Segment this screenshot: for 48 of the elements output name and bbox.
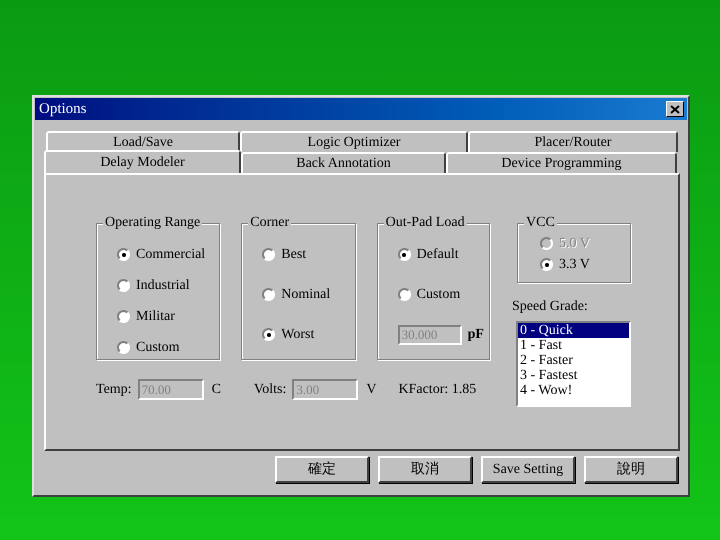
unit-label: pF: [468, 326, 484, 344]
radio-button[interactable]: [262, 328, 276, 341]
tab[interactable]: Placer/Router: [468, 131, 678, 152]
radio-button[interactable]: [117, 341, 130, 354]
radio-label: Worst: [281, 326, 314, 344]
dialog-button[interactable]: 確定: [275, 456, 369, 483]
radio-button[interactable]: [117, 248, 130, 261]
radio-button[interactable]: [262, 288, 276, 301]
list-item[interactable]: 1 - Fast: [518, 338, 629, 353]
dialog-button[interactable]: 說明: [584, 456, 678, 483]
radio-label: Custom: [136, 339, 180, 357]
close-icon: [670, 104, 680, 114]
list-item[interactable]: 2 - Faster: [518, 353, 629, 368]
group-title: Operating Range: [103, 214, 202, 232]
radio-label: 5.0 V: [559, 235, 590, 253]
tab[interactable]: Load/Save: [46, 131, 240, 152]
speed-grade-list[interactable]: 0 - Quick 1 - Fast 2 - Faster 3 - Fastest 4 - Wow!: [516, 321, 631, 407]
radio-label: Commercial: [136, 246, 206, 264]
dialog-button[interactable]: 取消: [378, 456, 472, 483]
list-item[interactable]: 4 - Wow!: [518, 383, 629, 398]
radio-label: Best: [281, 246, 306, 264]
tab[interactable]: Back Annotation: [241, 152, 446, 173]
radio-label: Nominal: [281, 286, 330, 304]
unit-label: C: [212, 381, 221, 399]
radio-button[interactable]: [117, 310, 130, 323]
tab[interactable]: Logic Optimizer: [240, 131, 468, 152]
tab[interactable]: Delay Modeler: [44, 150, 241, 173]
tab[interactable]: Device Programming: [446, 152, 677, 173]
radio-label: Default: [416, 246, 459, 264]
radio-label: 3.3 V: [559, 256, 590, 274]
radio-button[interactable]: [262, 248, 276, 261]
radio-button[interactable]: [117, 279, 130, 292]
field-label: Speed Grade:: [512, 298, 589, 316]
unit-label: V: [366, 381, 376, 399]
radio-label: Industrial: [136, 277, 190, 295]
radio-label: Militar: [136, 308, 175, 326]
window-title: Options: [39, 100, 87, 119]
close-button[interactable]: [666, 101, 684, 117]
list-item[interactable]: 0 - Quick: [518, 323, 629, 338]
dialog-button[interactable]: Save Setting: [481, 456, 575, 483]
list-item[interactable]: 3 - Fastest: [518, 368, 629, 383]
radio-button[interactable]: [540, 258, 553, 271]
field-label: Volts:: [254, 381, 286, 399]
kfactor-label: KFactor: 1.85: [398, 381, 476, 399]
radio-button[interactable]: [398, 288, 411, 301]
radio-label: Custom: [416, 286, 460, 304]
radio-button[interactable]: [398, 248, 411, 261]
field-label: Temp:: [96, 381, 132, 399]
